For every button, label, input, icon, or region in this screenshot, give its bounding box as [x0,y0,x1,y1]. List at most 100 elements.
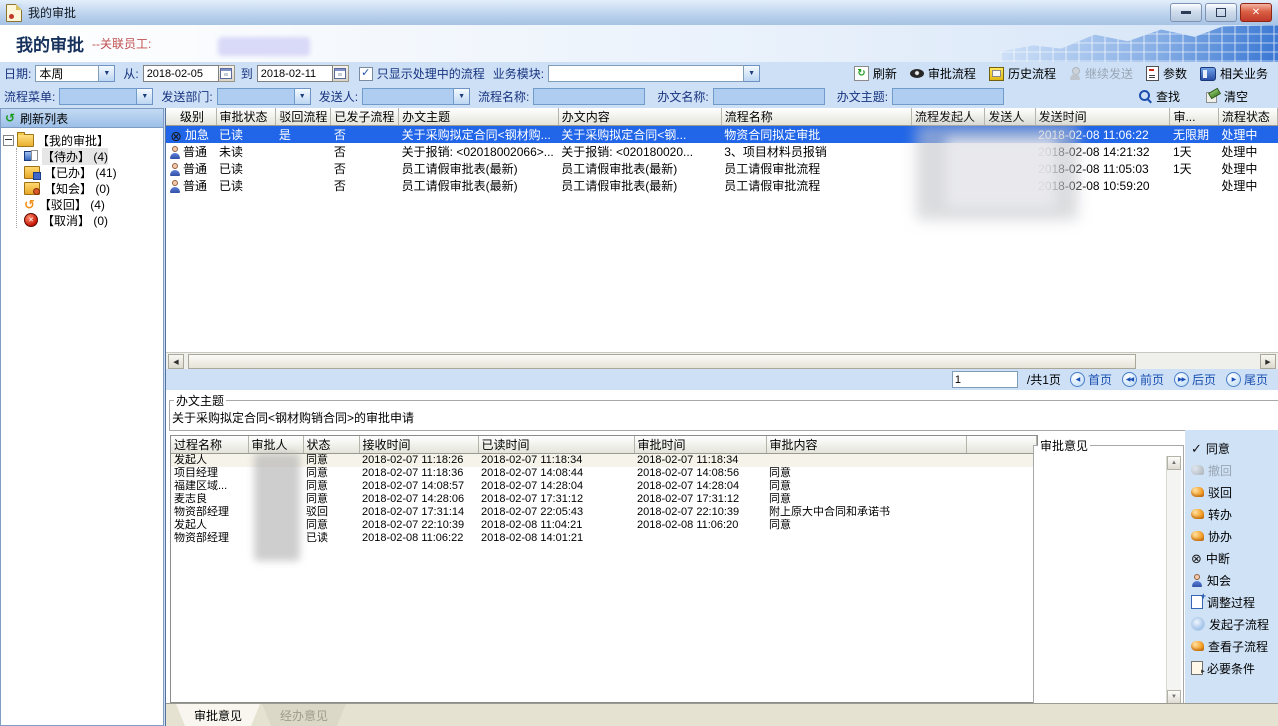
to-date-value[interactable]: 2018-02-11 [257,65,333,82]
chevron-down-icon[interactable] [137,88,153,105]
table-row[interactable]: 项目经理同意2018-02-07 11:18:362018-02-07 14:0… [171,467,1036,480]
table-row[interactable]: 物资部经理已读2018-02-08 11:06:222018-02-08 14:… [171,532,1036,545]
required-condition-button[interactable]: 必要条件 [1191,660,1278,676]
adjust-process-button[interactable]: 调整过程 [1191,594,1278,610]
chevron-down-icon[interactable] [295,88,311,105]
sidebar-item-notified[interactable]: 【知会】 (0) [24,180,161,196]
table-row[interactable]: 物资部经理驳回2018-02-07 17:31:142018-02-07 22:… [171,506,1036,519]
column-header[interactable]: 流程名称 [721,108,911,126]
column-header[interactable]: 审批状态 [216,108,276,126]
transfer-button[interactable]: 转办 [1191,506,1278,522]
approval-flow-button[interactable]: 审批流程 [910,65,976,82]
view-subflow-button[interactable]: 查看子流程 [1191,638,1278,654]
column-header[interactable]: 流程发起人 [911,108,984,126]
column-header[interactable]: 发送时间 [1035,108,1170,126]
flow-menu-combobox[interactable] [59,88,153,105]
scroll-down-button[interactable]: ▼ [1167,690,1181,704]
column-header[interactable]: 驳回流程 [276,108,331,126]
date-preset-combobox[interactable]: 本周 [35,65,115,82]
close-button[interactable] [1240,3,1272,22]
column-header[interactable]: 审批人 [248,436,303,454]
chevron-down-icon[interactable] [744,65,760,82]
last-page-button[interactable]: 尾页 [1226,371,1268,388]
from-date-picker[interactable]: 2018-02-05 [143,65,235,82]
window-controls [1170,3,1272,22]
vertical-scrollbar[interactable]: ▲ ▼ [1166,456,1181,704]
table-row[interactable]: 福建区域...同意2018-02-07 14:08:572018-02-07 1… [171,480,1036,493]
page-number-input[interactable] [952,371,1018,388]
scroll-up-button[interactable]: ▲ [1167,456,1181,470]
sender-combobox[interactable] [362,88,470,105]
table-cell: 2018-02-08 11:06:22 [359,532,478,545]
column-header[interactable]: 状态 [303,436,359,454]
tab-handler-opinion[interactable]: 经办意见 [262,704,346,726]
to-date-picker[interactable]: 2018-02-11 [257,65,349,82]
find-button[interactable]: 查找 [1139,88,1180,105]
reject-button[interactable]: 驳回 [1191,484,1278,500]
table-row[interactable]: 普通已读否员工请假审批表(最新)员工请假审批表(最新)员工请假审批流程2018-… [166,177,1278,194]
refresh-list-button[interactable]: 刷新列表 [1,109,163,128]
sidebar-item-cancelled[interactable]: 【取消】 (0) [24,212,161,228]
history-flow-button[interactable]: 历史流程 [989,65,1056,82]
agree-button[interactable]: 同意 [1191,440,1278,456]
table-cell: 同意 [766,493,966,506]
refresh-button[interactable]: 刷新 [854,65,897,82]
column-header[interactable]: 审... [1170,108,1218,126]
continue-send-button[interactable]: 继续发送 [1069,65,1133,82]
scroll-left-button[interactable]: ◀ [168,354,184,369]
only-processing-checkbox[interactable] [359,67,373,81]
scroll-right-button[interactable]: ▶ [1260,354,1276,369]
restore-button[interactable] [1205,3,1237,22]
column-header[interactable]: 发送人 [985,108,1035,126]
calendar-button[interactable] [219,65,235,82]
next-page-button[interactable]: 后页 [1174,371,1216,388]
module-combobox[interactable] [548,65,760,82]
assist-button[interactable]: 协办 [1191,528,1278,544]
params-button[interactable]: 参数 [1146,65,1187,82]
column-header[interactable]: 接收时间 [359,436,478,454]
table-row[interactable]: 加急已读是否关于采购拟定合同<钢材购...关于采购拟定合同<钢...物资合同拟定… [166,126,1278,144]
flow-name-input[interactable] [533,88,645,105]
interrupt-button[interactable]: 中断 [1191,550,1278,566]
table-row[interactable]: 麦志良同意2018-02-07 14:28:062018-02-07 17:31… [171,493,1036,506]
tab-approval-opinion[interactable]: 审批意见 [176,704,260,726]
column-header[interactable]: 审批时间 [634,436,766,454]
column-header[interactable]: 流程状态 [1218,108,1277,126]
table-row[interactable]: 发起人同意2018-02-07 11:18:262018-02-07 11:18… [171,454,1036,468]
table-row[interactable]: 普通未读否关于报销: <02018002066>...关于报销: <020180… [166,143,1278,160]
column-header[interactable]: 办文主题 [399,108,559,126]
chevron-down-icon[interactable] [99,65,115,82]
chevron-down-icon[interactable] [454,88,470,105]
column-header[interactable]: 审批内容 [766,436,966,454]
sidebar-item-my-approvals[interactable]: 【我的审批】 [3,132,161,148]
send-dept-combobox[interactable] [217,88,311,105]
prev-page-icon [1122,372,1137,387]
sidebar-item-todo[interactable]: 【待办】 (4) [24,148,161,164]
column-header[interactable] [966,436,1036,454]
app-icon [6,4,22,22]
sidebar-item-rejected[interactable]: 【驳回】 (4) [24,196,161,212]
notify-button[interactable]: 知会 [1191,572,1278,588]
column-header[interactable]: 级别 [166,108,216,126]
column-header[interactable]: 办文内容 [558,108,721,126]
table-row[interactable]: 普通已读否员工请假审批表(最新)员工请假审批表(最新)员工请假审批流程2018-… [166,160,1278,177]
from-date-value[interactable]: 2018-02-05 [143,65,219,82]
minimize-button[interactable] [1170,3,1202,22]
doc-name-input[interactable] [713,88,825,105]
related-business-button[interactable]: 相关业务 [1200,65,1268,82]
doc-subject-input[interactable] [892,88,1004,105]
table-row[interactable]: 发起人同意2018-02-07 22:10:392018-02-08 11:04… [171,519,1036,532]
start-subflow-button[interactable]: 发起子流程 [1191,616,1278,632]
calendar-button[interactable] [333,65,349,82]
scrollbar-thumb[interactable] [188,354,1136,369]
sidebar-item-done[interactable]: 【已办】 (41) [24,164,161,180]
horizontal-scrollbar[interactable]: ◀ ▶ [166,352,1278,370]
collapse-icon[interactable] [3,135,14,146]
clear-button[interactable]: 清空 [1206,88,1248,105]
column-header[interactable]: 过程名称 [171,436,248,454]
first-page-button[interactable]: 首页 [1070,371,1112,388]
prev-page-button[interactable]: 前页 [1122,371,1164,388]
column-header[interactable]: 已发子流程 [331,108,399,126]
column-header[interactable]: 已读时间 [478,436,634,454]
withdraw-button[interactable]: 撤回 [1191,462,1278,478]
